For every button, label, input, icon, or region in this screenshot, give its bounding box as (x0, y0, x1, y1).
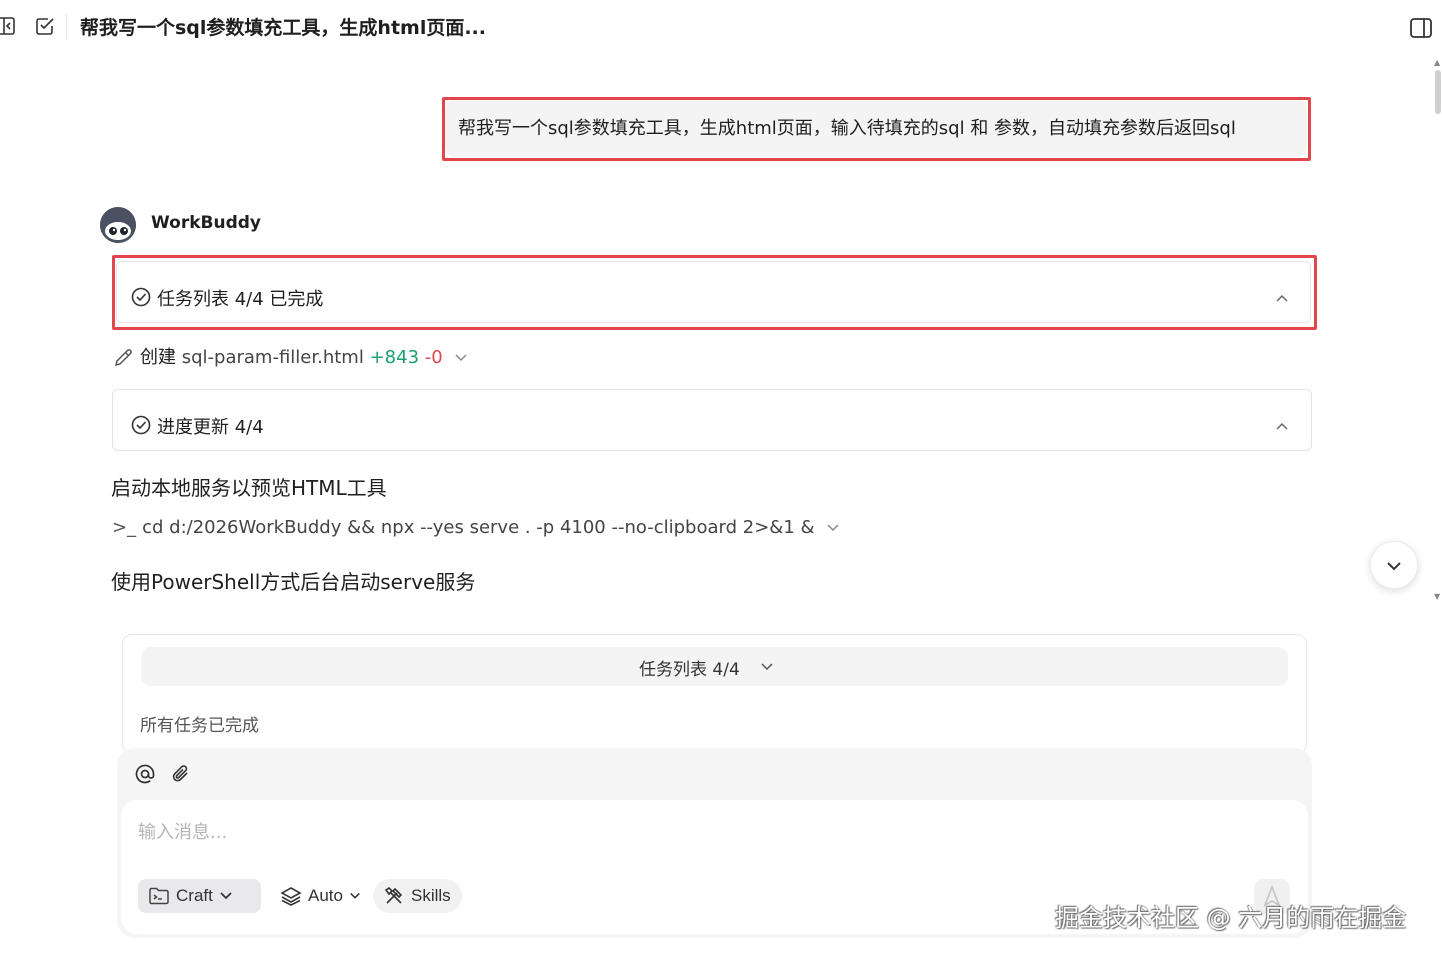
skills-button[interactable]: Skills (373, 879, 462, 913)
model-label: Auto (308, 886, 343, 905)
mention-icon[interactable] (134, 763, 156, 785)
paperclip-icon[interactable] (170, 763, 192, 785)
mode-label: Craft (176, 886, 213, 905)
user-message-text: 帮我写一个sql参数填充工具，生成html页面，输入待填充的sql 和 参数，自… (458, 118, 1236, 139)
chevron-down-icon[interactable] (826, 521, 840, 535)
terminal-prompt-icon: >_ (112, 517, 137, 538)
chat-header: 帮我写一个sql参数填充工具，生成html页面... (0, 0, 1442, 56)
file-name: sql-param-filler.html (181, 347, 364, 368)
agent-name: WorkBuddy (151, 213, 261, 233)
toggle-panel-icon[interactable] (1409, 16, 1433, 40)
task-panel-status: 所有任务已完成 (140, 716, 259, 736)
chevron-down-icon[interactable] (454, 351, 468, 365)
command-text: cd d:/2026WorkBuddy && npx --yes serve .… (142, 517, 815, 538)
scroll-up-arrow[interactable]: ▲ (1434, 58, 1440, 67)
progress-card[interactable] (112, 389, 1312, 451)
chevron-down-icon (349, 890, 361, 902)
scrollbar-thumb[interactable] (1435, 70, 1441, 114)
check-circle-icon (131, 287, 151, 307)
mode-select-button[interactable]: Craft (138, 879, 261, 913)
task-list-card-label: 任务列表 4/4 已完成 (157, 289, 324, 310)
page-title: 帮我写一个sql参数填充工具，生成html页面... (80, 17, 486, 39)
note-text: 使用PowerShell方式后台启动serve服务 (111, 570, 476, 594)
file-action-verb: 创建 (140, 347, 176, 368)
folder-terminal-icon (148, 886, 170, 906)
skills-label: Skills (411, 886, 451, 905)
scroll-to-bottom-button[interactable] (1370, 541, 1418, 589)
collapse-sidebar-icon[interactable] (0, 14, 18, 38)
watermark: 掘金技术社区 @ 六月的雨在掘金 (1055, 904, 1407, 932)
check-circle-icon (131, 415, 151, 435)
chevron-up-icon[interactable] (1275, 291, 1289, 305)
task-panel-title: 任务列表 4/4 (639, 660, 740, 680)
scroll-down-arrow[interactable]: ▼ (1434, 592, 1440, 601)
message-input-placeholder[interactable]: 输入消息... (138, 818, 227, 844)
file-created-line[interactable]: 创建 sql-param-filler.html +843 -0 (112, 343, 468, 369)
lines-removed: -0 (424, 347, 443, 368)
model-select-button[interactable]: Auto (270, 879, 366, 913)
header-divider (66, 14, 67, 40)
layers-icon (280, 885, 302, 907)
chevron-down-icon (219, 889, 233, 903)
progress-card-label: 进度更新 4/4 (157, 417, 264, 438)
pencil-icon (112, 347, 134, 369)
avatar (100, 207, 136, 243)
command-line[interactable]: >_ cd d:/2026WorkBuddy && npx --yes serve… (112, 517, 840, 538)
chevron-up-icon[interactable] (1275, 419, 1289, 433)
step-text: 启动本地服务以预览HTML工具 (111, 476, 387, 500)
lines-added: +843 (369, 347, 420, 368)
tools-icon (383, 885, 405, 907)
chevron-down-icon[interactable] (760, 660, 774, 674)
task-check-icon[interactable] (33, 14, 57, 38)
